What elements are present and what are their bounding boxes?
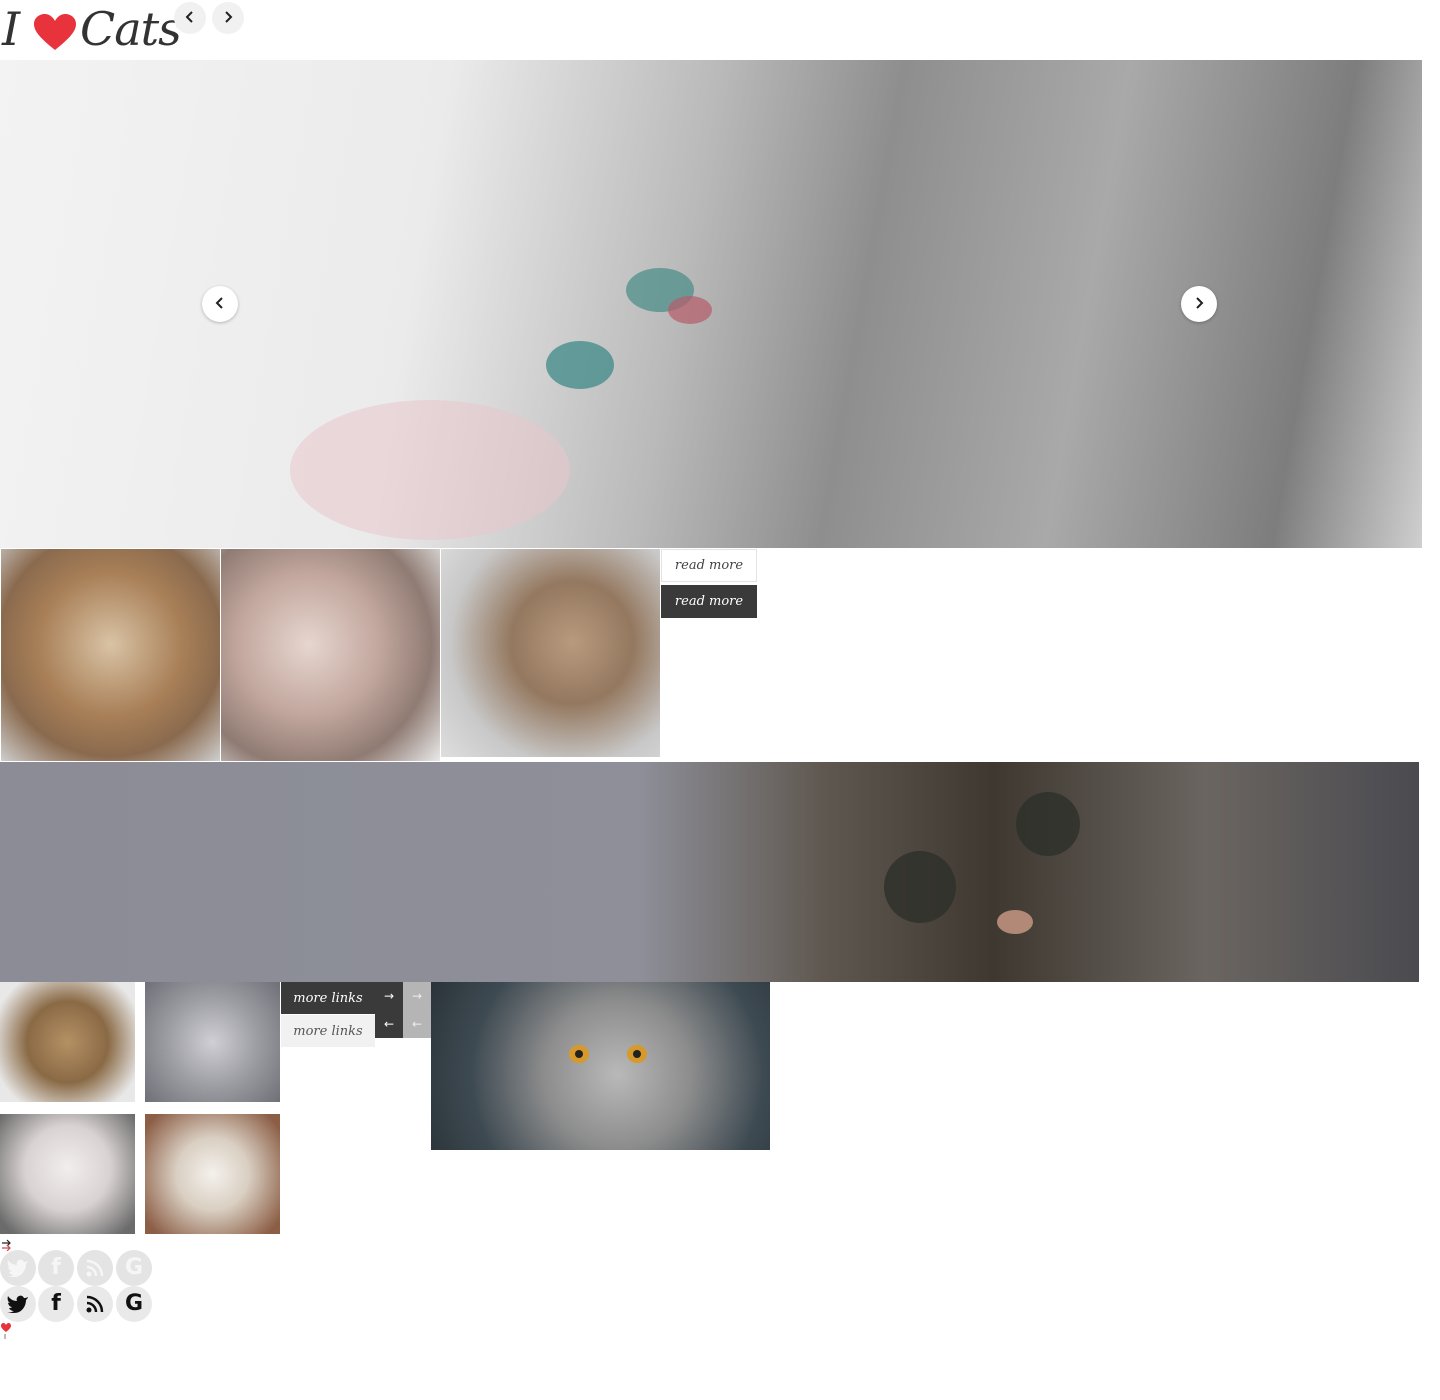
google-icon[interactable]: G	[116, 1250, 152, 1286]
hero-prev-button[interactable]	[202, 286, 238, 322]
featured-cat-image[interactable]	[431, 982, 770, 1150]
facebook-icon[interactable]: f	[38, 1250, 74, 1286]
chevron-right-icon	[221, 9, 235, 28]
chevron-left-icon	[183, 9, 197, 28]
small-thumb-2[interactable]	[145, 982, 280, 1102]
banner-image	[0, 762, 1419, 982]
facebook-icon[interactable]: f	[38, 1286, 74, 1322]
twitter-icon[interactable]	[0, 1250, 36, 1286]
read-more-button-dark[interactable]: read more	[661, 585, 757, 618]
site-logo[interactable]: I Cats	[0, 0, 182, 58]
header-prev-button[interactable]	[174, 2, 206, 34]
logo-text-i: I	[2, 2, 21, 56]
small-thumb-4[interactable]	[145, 1114, 280, 1234]
google-icon[interactable]: G	[116, 1286, 152, 1322]
header-next-button[interactable]	[212, 2, 244, 34]
google-glyph: G	[124, 1255, 144, 1280]
gallery-thumb-1[interactable]	[1, 549, 220, 761]
link-arrow-icon[interactable]	[1, 1236, 13, 1252]
facebook-glyph: f	[51, 1291, 61, 1316]
rss-icon[interactable]	[77, 1250, 113, 1286]
read-more-button-light[interactable]: read more	[661, 549, 757, 582]
arrow-left-icon[interactable]: ←	[403, 1010, 431, 1038]
logo-text-cats: Cats	[80, 2, 182, 56]
gallery-thumb-3[interactable]	[441, 549, 660, 757]
chevron-right-icon	[1192, 295, 1206, 314]
small-heart-icon	[1, 1323, 11, 1339]
google-glyph: G	[124, 1291, 144, 1316]
more-links-button-dark[interactable]: more links	[281, 982, 375, 1014]
chevron-left-icon	[213, 295, 227, 314]
facebook-glyph: f	[51, 1255, 61, 1280]
heart-icon	[34, 14, 76, 56]
more-links-button-light[interactable]: more links	[281, 1015, 375, 1047]
hero-next-button[interactable]	[1181, 286, 1217, 322]
arrow-left-icon[interactable]: ←	[375, 1010, 403, 1038]
gallery-thumb-2[interactable]	[221, 549, 440, 761]
small-thumb-3[interactable]	[0, 1114, 135, 1234]
arrow-right-icon[interactable]: →	[375, 982, 403, 1010]
arrow-right-icon[interactable]: →	[403, 982, 431, 1010]
twitter-icon[interactable]	[0, 1286, 36, 1322]
small-thumb-1[interactable]	[0, 982, 135, 1102]
rss-icon[interactable]	[77, 1286, 113, 1322]
